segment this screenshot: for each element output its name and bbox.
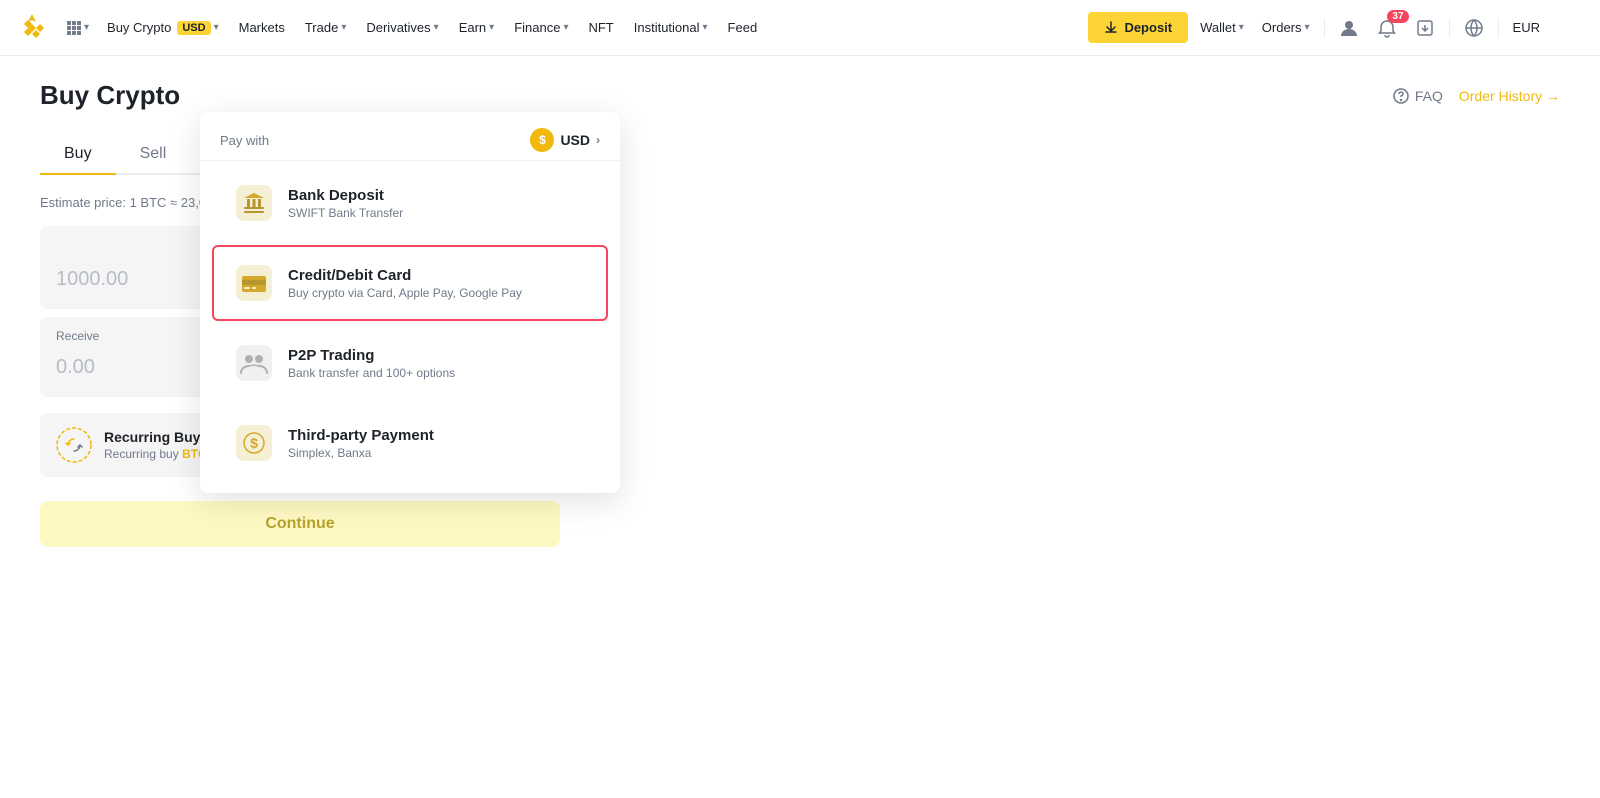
credit-card-desc: Buy crypto via Card, Apple Pay, Google P… [288,286,586,300]
nav-buy-crypto[interactable]: Buy Crypto USD ▾ [99,16,227,39]
continue-button[interactable]: Continue [40,501,560,547]
third-party-text: Third-party Payment Simplex, Banxa [288,427,586,460]
bank-deposit-title: Bank Deposit [288,187,586,204]
nav-markets[interactable]: Markets [231,16,293,39]
pay-with-currency-selector[interactable]: $ USD › [530,128,600,152]
page-title: Buy Crypto [40,80,180,111]
tab-sell[interactable]: Sell [116,135,191,173]
nav-finance[interactable]: Finance ▾ [506,16,576,39]
credit-card-icon [234,263,274,303]
third-party-icon: $ [234,423,274,463]
brand-logo[interactable] [16,12,48,44]
faq-link[interactable]: FAQ [1393,88,1443,104]
page-content: Buy Crypto FAQ Order History → Buy Sell … [0,56,1600,798]
p2p-title: P2P Trading [288,347,586,364]
recurring-icon [56,427,92,463]
nav-right-section: Wallet ▾ Orders ▾ 37 EUR [1192,14,1584,42]
nav-derivatives[interactable]: Derivatives ▾ [358,16,446,39]
pay-with-label: Pay with [220,133,269,148]
nav-divider-2 [1449,18,1450,38]
header-right: FAQ Order History → [1393,88,1560,104]
nav-institutional[interactable]: Institutional ▾ [626,16,716,39]
page-header: Buy Crypto FAQ Order History → [40,80,1560,111]
bank-icon [234,183,274,223]
dropdown-header: Pay with $ USD › [200,112,620,161]
nav-trade[interactable]: Trade ▾ [297,16,355,39]
notification-badge: 37 [1387,10,1408,23]
pay-with-dropdown: Pay with $ USD › Bank [200,112,620,493]
grid-button[interactable]: ▾ [60,16,95,40]
dropdown-item-third-party[interactable]: $ Third-party Payment Simplex, Banxa [212,405,608,481]
dropdown-usd-icon: $ [530,128,554,152]
svg-text:$: $ [250,435,258,451]
grid-chevron: ▾ [84,22,89,33]
navbar: ▾ Buy Crypto USD ▾ Markets Trade ▾ Deriv… [0,0,1600,56]
dropdown-item-bank-deposit[interactable]: Bank Deposit SWIFT Bank Transfer [212,165,608,241]
nav-wallet[interactable]: Wallet ▾ [1192,16,1252,39]
nav-divider [1324,18,1325,38]
receive-value[interactable]: 0.00 [56,356,95,379]
credit-card-text: Credit/Debit Card Buy crypto via Card, A… [288,267,586,300]
nav-feed[interactable]: Feed [720,16,766,39]
third-party-title: Third-party Payment [288,427,586,444]
nav-profile[interactable] [1331,14,1367,42]
third-party-desc: Simplex, Banxa [288,446,586,460]
nav-earn[interactable]: Earn ▾ [451,16,503,39]
p2p-text: P2P Trading Bank transfer and 100+ optio… [288,347,586,380]
nav-notifications[interactable]: 37 [1369,14,1405,42]
spend-value[interactable]: 1000.00 [56,268,128,291]
p2p-desc: Bank transfer and 100+ options [288,366,586,380]
nav-download[interactable] [1407,14,1443,42]
usd-badge: USD [177,21,210,35]
order-history-link[interactable]: Order History → [1459,88,1560,104]
dropdown-item-credit-card[interactable]: Credit/Debit Card Buy crypto via Card, A… [212,245,608,321]
p2p-icon [234,343,274,383]
nav-currency[interactable]: EUR [1505,16,1548,39]
nav-nft[interactable]: NFT [580,16,621,39]
dropdown-item-p2p[interactable]: P2P Trading Bank transfer and 100+ optio… [212,325,608,401]
nav-orders[interactable]: Orders ▾ [1254,16,1318,39]
bank-deposit-desc: SWIFT Bank Transfer [288,206,586,220]
bank-deposit-text: Bank Deposit SWIFT Bank Transfer [288,187,586,220]
deposit-button[interactable]: Deposit [1088,12,1188,43]
credit-card-title: Credit/Debit Card [288,267,586,284]
nav-divider-3 [1498,18,1499,38]
nav-globe[interactable] [1456,14,1492,42]
nav-theme[interactable] [1550,15,1584,41]
tab-buy[interactable]: Buy [40,135,116,173]
